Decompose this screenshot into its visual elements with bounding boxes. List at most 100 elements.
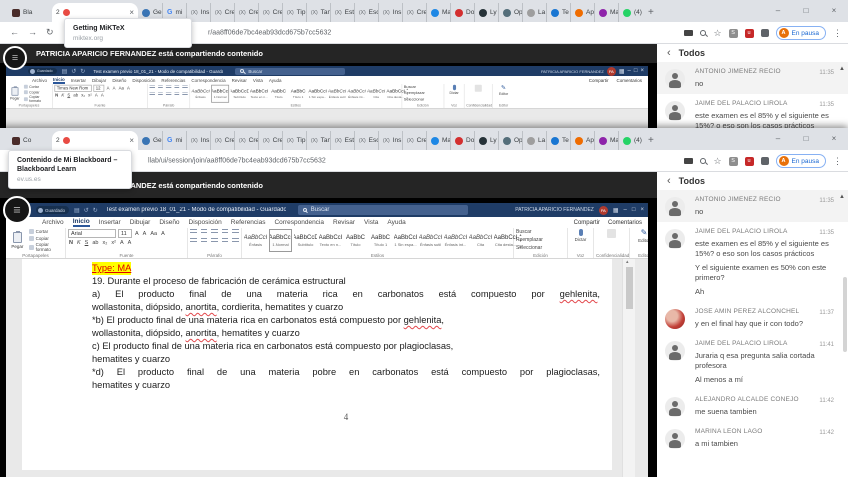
style-tile-5[interactable]: AaBbCTítulo 1 — [289, 85, 307, 103]
ribbon-tab-8[interactable]: Revisar — [232, 78, 247, 83]
new-tab-button[interactable]: + — [648, 135, 654, 146]
ribbon-tab-1[interactable]: Inicio — [53, 77, 65, 84]
maximize-button[interactable]: □ — [792, 0, 820, 20]
extensions-icon[interactable] — [761, 157, 769, 165]
chat-back-icon[interactable]: ‹ — [667, 175, 671, 187]
bookmark-star-icon[interactable]: ☆ — [713, 156, 721, 167]
tab-13[interactable]: Do — [450, 3, 474, 22]
font-name-select[interactable]: Arial — [68, 229, 116, 238]
style-tile-4[interactable]: AaBbCTítulo — [344, 229, 367, 252]
tab-19[interactable]: Ma — [594, 3, 618, 22]
close-button[interactable]: × — [820, 128, 848, 148]
ribbon-tab-3[interactable]: Dibujar — [130, 219, 151, 226]
ribbon-tab-9[interactable]: Vista — [253, 78, 263, 83]
tab-5[interactable]: (X)Cre — [258, 131, 282, 150]
zoom-icon[interactable] — [700, 158, 706, 164]
font-size-select[interactable]: 12 — [93, 85, 104, 92]
tab-0[interactable]: Ge — [138, 131, 162, 150]
style-tile-9[interactable]: AaBbCcICita — [469, 229, 492, 252]
font-format-button-1[interactable]: K — [61, 93, 65, 98]
font-tool-icon-0[interactable]: A — [134, 231, 140, 237]
font-format-button-1[interactable]: K — [76, 240, 82, 246]
camera-icon[interactable] — [684, 30, 693, 36]
style-tile-9[interactable]: AaBbCcICita — [367, 85, 385, 103]
comments-button[interactable]: Comentarios — [608, 220, 642, 226]
ribbon-tab-10[interactable]: Ayuda — [387, 219, 405, 226]
tab-blackboard[interactable]: Co — [8, 131, 52, 150]
undo-icon[interactable]: ↺ — [71, 68, 76, 75]
style-tile-6[interactable]: AaBbCcI1 Sin espa... — [394, 229, 417, 252]
style-tile-0[interactable]: AaBbCcIÉnfasis — [192, 85, 210, 103]
word-maximize-button[interactable]: □ — [634, 68, 638, 74]
style-tile-3[interactable]: AaBbCcITexto en n... — [319, 229, 342, 252]
autosave-toggle[interactable]: Guardado — [28, 68, 57, 74]
word-maximize-button[interactable]: □ — [632, 207, 636, 213]
profile-sync-pill[interactable]: AEn pausa — [776, 154, 826, 168]
tab-active-session[interactable]: 2× — [52, 131, 138, 150]
word-close-button[interactable]: × — [640, 207, 644, 213]
chat-scrollbar-thumb[interactable] — [843, 277, 847, 352]
minimize-button[interactable]: – — [764, 0, 792, 20]
ribbon-tab-6[interactable]: Referencias — [231, 219, 266, 226]
tab-17[interactable]: Te — [546, 131, 570, 150]
ribbon-tab-2[interactable]: Insertar — [99, 219, 121, 226]
tab-9[interactable]: (X)Esc — [354, 3, 378, 22]
profile-sync-pill[interactable]: AEn pausa — [776, 26, 826, 40]
paragraph-tool-icon[interactable] — [166, 85, 171, 90]
ribbon-tab-7[interactable]: Correspondencia — [191, 78, 225, 83]
tab-4[interactable]: (X)Cre — [234, 3, 258, 22]
tab-5[interactable]: (X)Cre — [258, 3, 282, 22]
style-tile-1[interactable]: AaBbCcI1.Normal — [211, 85, 229, 103]
paragraph-tool-icon[interactable] — [222, 238, 229, 244]
ribbon-tab-8[interactable]: Revisar — [333, 219, 355, 226]
paragraph-tool-icon[interactable] — [190, 238, 197, 244]
paragraph-tool-icon[interactable] — [158, 92, 163, 97]
session-menu-button[interactable]: ≡ — [3, 46, 27, 70]
font-tool-icon-1[interactable]: A — [112, 86, 116, 91]
paragraph-tool-icon[interactable] — [166, 92, 171, 97]
tab-3[interactable]: (X)Cre — [210, 3, 234, 22]
editing-item-1[interactable]: Reemplazar — [404, 91, 442, 96]
chat-scroll-up-icon[interactable]: ▲ — [839, 66, 845, 72]
url-text[interactable]: r/aa8ff06de7bc4eab93dcd675b7cc5632 — [208, 29, 331, 36]
paragraph-tool-icon[interactable] — [222, 229, 229, 235]
minimize-button[interactable]: – — [764, 128, 792, 148]
close-button[interactable]: × — [820, 0, 848, 20]
tab-15[interactable]: Op — [498, 131, 522, 150]
tab-16[interactable]: La — [522, 131, 546, 150]
paragraph-tool-icon[interactable] — [150, 92, 155, 97]
style-tile-6[interactable]: AaBbCcI1 Sin espa... — [309, 85, 327, 103]
reload-icon[interactable]: ↻ — [46, 27, 54, 38]
tab-8[interactable]: (X)Est — [330, 3, 354, 22]
maximize-button[interactable]: □ — [792, 128, 820, 148]
font-format-button-5[interactable]: x² — [87, 93, 92, 98]
ribbon-tab-4[interactable]: Diseño — [159, 219, 179, 226]
tab-10[interactable]: (X)Ins — [378, 131, 402, 150]
editing-item-0[interactable]: Buscar — [516, 229, 565, 235]
style-tile-7[interactable]: AaBbCcIÉnfasis sutil — [419, 229, 442, 252]
paragraph-tool-icon[interactable] — [232, 238, 239, 244]
scrollbar-up-icon[interactable]: ▴ — [626, 259, 629, 265]
paste-button[interactable]: Pegar — [8, 85, 23, 103]
word-user-avatar[interactable]: PA — [599, 206, 608, 215]
font-format-button-0[interactable]: N — [54, 93, 59, 98]
ribbon-tab-5[interactable]: Disposición — [132, 78, 155, 83]
ribbon-tab-0[interactable]: Archivo — [32, 78, 47, 83]
ribbon-tab-2[interactable]: Insertar — [71, 78, 86, 83]
style-tile-8[interactable]: AaBbCcIÉnfasis int... — [444, 229, 467, 252]
new-tab-button[interactable]: + — [648, 7, 654, 18]
paragraph-tool-icon[interactable] — [190, 229, 197, 235]
extension-badge-0[interactable]: S — [729, 29, 738, 38]
font-format-button-0[interactable]: N — [68, 240, 74, 246]
word-close-button[interactable]: × — [640, 68, 644, 74]
ribbon-tab-5[interactable]: Disposición — [189, 219, 222, 226]
share-button[interactable]: Compartir — [574, 220, 600, 226]
font-name-select[interactable]: Times New Rom — [54, 85, 91, 92]
dictate-button[interactable]: Dictar — [450, 91, 459, 95]
font-format-button-3[interactable]: ab — [91, 240, 99, 246]
ribbon-tab-0[interactable]: Archivo — [42, 219, 64, 226]
extensions-icon[interactable] — [761, 29, 769, 37]
tab-18[interactable]: Ap — [570, 131, 594, 150]
comments-button[interactable]: Comentarios — [616, 78, 642, 83]
tab-11[interactable]: (X)Cre — [402, 3, 426, 22]
